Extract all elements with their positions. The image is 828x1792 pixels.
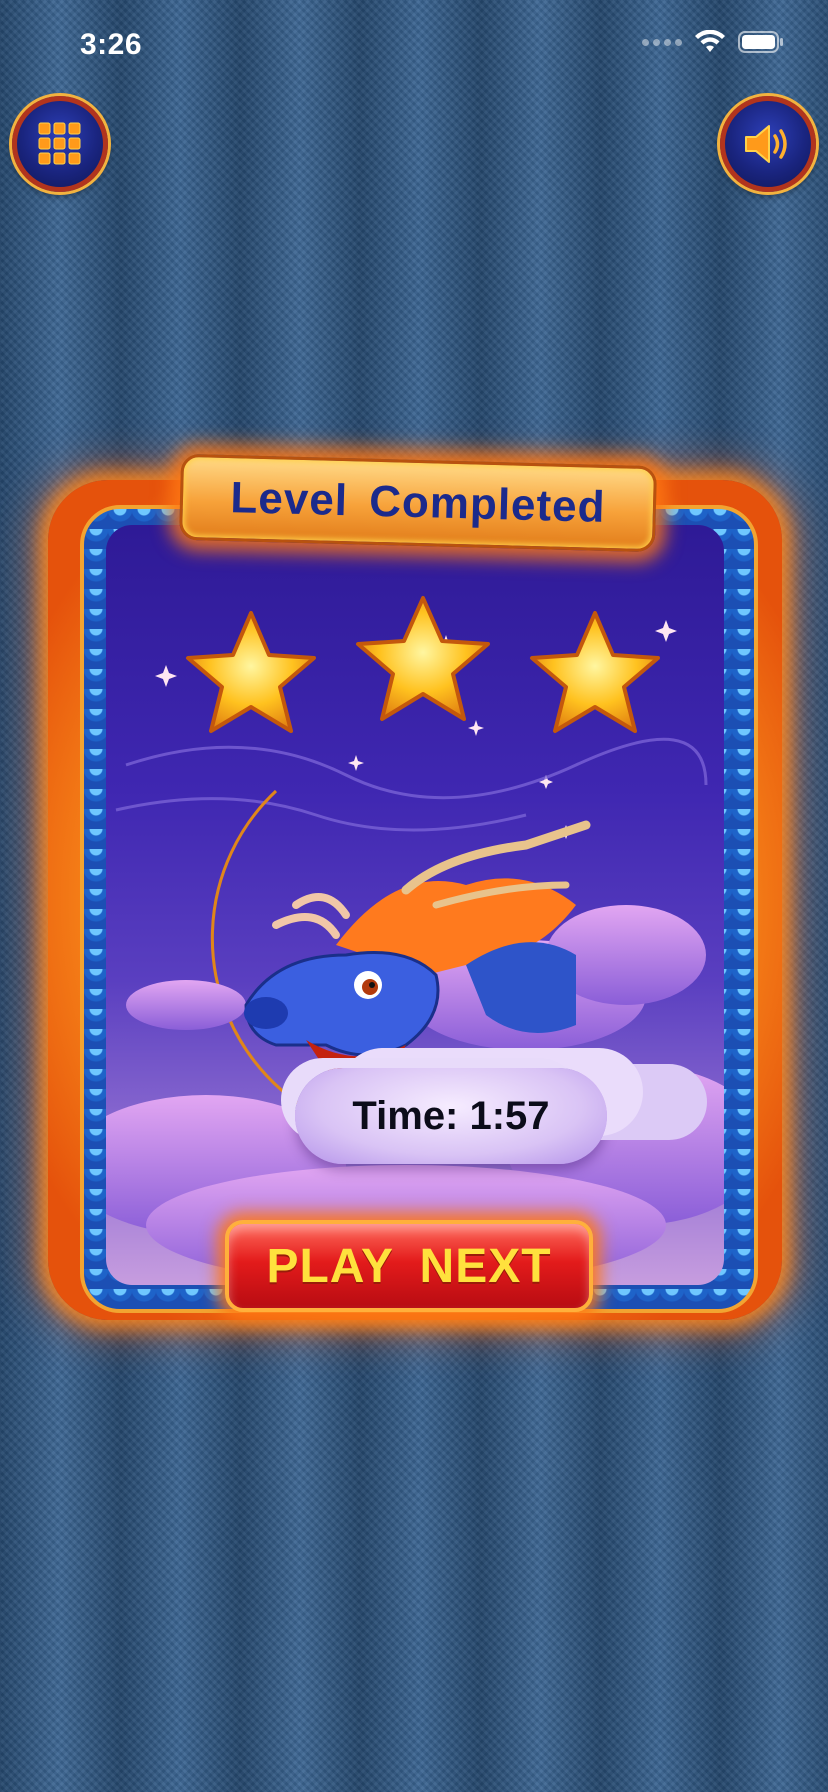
wifi-icon — [695, 30, 725, 52]
earned-stars — [186, 596, 660, 733]
star-2 — [356, 596, 490, 721]
level-completed-title: Level Completed — [229, 473, 607, 532]
completion-time: Time: 1:57 — [352, 1093, 550, 1138]
status-icons — [642, 30, 784, 54]
status-time: 3:26 — [80, 28, 143, 61]
level-completed-dialog: Level Completed Time: 1:57 PLAY NEXT — [40, 410, 790, 1380]
dragon-scene — [106, 525, 724, 1285]
title-banner: Level Completed — [160, 410, 670, 560]
speaker-icon — [745, 125, 787, 163]
battery-icon — [738, 31, 783, 53]
star-3 — [530, 611, 660, 733]
play-next-label: PLAY NEXT — [266, 1239, 552, 1293]
level-menu-button[interactable] — [12, 96, 108, 192]
dragon-moon-illustration — [106, 596, 724, 1285]
time-cloud: Time: 1:57 — [295, 1068, 607, 1164]
status-bar: 3:26 — [0, 0, 828, 90]
sound-toggle-button[interactable] — [720, 96, 816, 192]
dragon — [244, 820, 591, 1109]
play-next-button[interactable]: PLAY NEXT — [225, 1220, 593, 1312]
grid-menu-icon — [38, 122, 81, 165]
cellular-signal-icon — [642, 38, 682, 46]
title-ribbon: Level Completed — [178, 453, 658, 553]
star-1 — [186, 611, 316, 733]
